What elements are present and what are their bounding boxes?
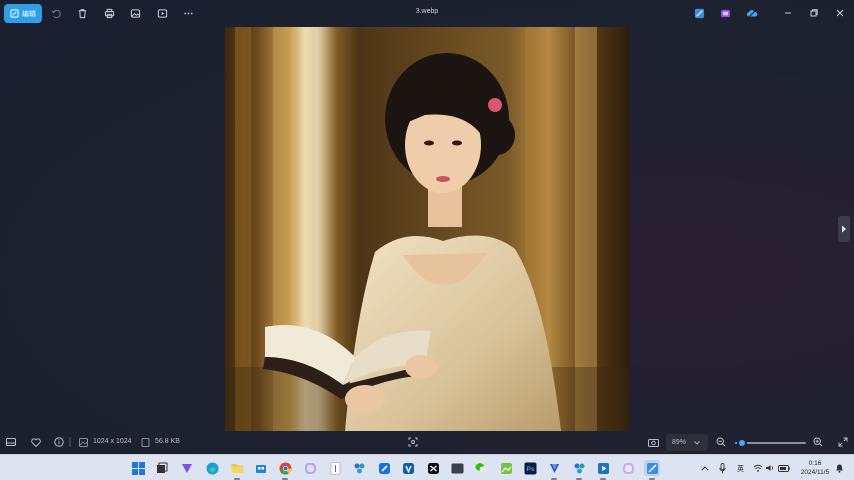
v-app-icon[interactable] bbox=[400, 460, 416, 476]
media-player-icon[interactable] bbox=[595, 460, 611, 480]
edit-icon bbox=[10, 9, 19, 18]
more-icon[interactable] bbox=[181, 6, 195, 20]
info-bar: 1024 x 1024 56.8 KB 89% bbox=[0, 431, 854, 454]
clipchamp-icon[interactable] bbox=[718, 6, 732, 20]
delete-icon[interactable] bbox=[75, 6, 89, 20]
network-app-icon[interactable] bbox=[351, 460, 367, 476]
notes-app-icon[interactable] bbox=[327, 460, 343, 476]
notification-icon[interactable] bbox=[834, 460, 844, 476]
zoom-dropdown[interactable]: 89% bbox=[666, 434, 708, 451]
window-title: 3.webp bbox=[415, 8, 439, 15]
taskbar: Ps 英 0:16 2024/11/5 bbox=[0, 454, 854, 480]
task-view-icon[interactable] bbox=[154, 460, 170, 476]
filmstrip-icon[interactable] bbox=[5, 436, 17, 448]
wechat-icon[interactable] bbox=[473, 460, 489, 476]
file-size: 56.8 KB bbox=[155, 438, 180, 445]
chevron-down-icon bbox=[694, 440, 700, 445]
capcut-icon[interactable] bbox=[425, 460, 441, 476]
image-tool-icon[interactable] bbox=[498, 460, 514, 476]
edit-button-label: 编辑 bbox=[22, 9, 36, 18]
clock[interactable]: 0:16 2024/11/5 bbox=[796, 459, 834, 477]
wifi-icon[interactable] bbox=[753, 460, 763, 476]
photoshop-icon[interactable]: Ps bbox=[522, 460, 538, 476]
slideshow-icon[interactable] bbox=[155, 6, 169, 20]
zoom-in-icon[interactable] bbox=[812, 436, 824, 448]
store-icon[interactable] bbox=[253, 460, 269, 476]
maximize-icon[interactable] bbox=[807, 6, 821, 20]
resolution-icon bbox=[77, 436, 89, 448]
info-icon[interactable] bbox=[53, 436, 65, 448]
camera-icon[interactable] bbox=[647, 436, 659, 448]
start-icon[interactable] bbox=[130, 460, 146, 476]
clock-date: 2024/11/5 bbox=[800, 469, 830, 476]
edge-icon[interactable] bbox=[204, 460, 220, 476]
full-screen-icon[interactable] bbox=[837, 436, 849, 448]
print-icon[interactable] bbox=[102, 6, 116, 20]
chevron-up-icon[interactable] bbox=[700, 460, 710, 476]
minimize-icon[interactable] bbox=[781, 6, 795, 20]
onedrive-icon[interactable] bbox=[745, 6, 759, 20]
vpn-app-icon[interactable] bbox=[179, 460, 195, 476]
file-explorer-icon[interactable] bbox=[229, 460, 245, 480]
photos-app-icon[interactable] bbox=[644, 460, 660, 480]
svg-text:Ps: Ps bbox=[526, 466, 534, 473]
ime-indicator[interactable]: 英 bbox=[737, 464, 744, 474]
file-size-icon bbox=[139, 436, 151, 448]
zoom-slider-thumb[interactable] bbox=[737, 438, 748, 448]
favorite-icon[interactable] bbox=[30, 436, 42, 448]
chevron-right-icon bbox=[842, 225, 846, 233]
fit-to-window-icon[interactable] bbox=[407, 436, 419, 448]
microphone-icon[interactable] bbox=[717, 460, 727, 476]
gallery-icon[interactable] bbox=[128, 6, 142, 20]
terminal-app-icon[interactable] bbox=[449, 460, 465, 476]
clock-time: 0:16 bbox=[808, 460, 822, 467]
rotate-icon[interactable] bbox=[49, 6, 63, 20]
battery-icon[interactable] bbox=[778, 460, 790, 476]
next-image-button[interactable] bbox=[838, 216, 850, 242]
chrome-icon[interactable] bbox=[277, 460, 293, 480]
divider bbox=[68, 436, 72, 448]
title-bar: 编辑 3.webp bbox=[0, 0, 854, 27]
image-creator-icon[interactable] bbox=[692, 6, 706, 20]
image-dimensions: 1024 x 1024 bbox=[93, 438, 132, 445]
copilot-2-icon[interactable] bbox=[620, 460, 636, 476]
photo-image bbox=[225, 27, 629, 431]
close-icon[interactable] bbox=[833, 6, 847, 20]
bird-app-icon[interactable] bbox=[376, 460, 392, 476]
zoom-out-icon[interactable] bbox=[715, 436, 727, 448]
network-app-2-icon[interactable] bbox=[571, 460, 587, 480]
copilot-icon[interactable] bbox=[302, 460, 318, 476]
displayed-photo bbox=[225, 27, 629, 431]
photo-viewer: 编辑 3.webp 1024 x 1024 56.8 KB 89% bbox=[0, 0, 854, 454]
volume-icon[interactable] bbox=[765, 460, 775, 476]
zoom-value: 89% bbox=[672, 439, 687, 446]
edit-button[interactable]: 编辑 bbox=[4, 4, 42, 23]
download-app-icon[interactable] bbox=[546, 460, 562, 480]
